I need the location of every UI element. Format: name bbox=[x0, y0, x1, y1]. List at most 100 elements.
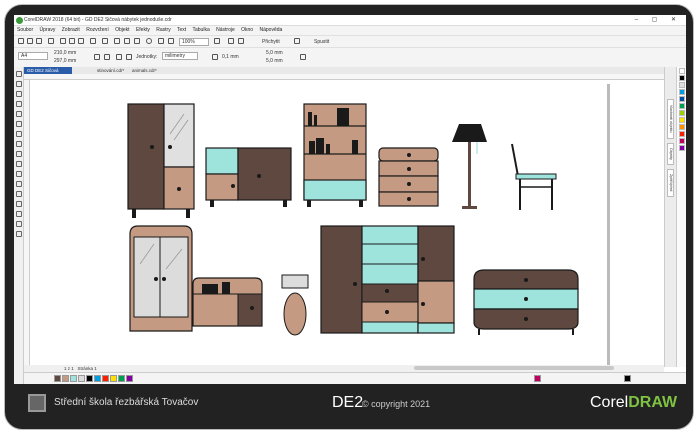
pick-tool-icon[interactable] bbox=[16, 71, 22, 77]
paste-icon[interactable] bbox=[78, 38, 84, 44]
document-swatch[interactable] bbox=[62, 375, 69, 382]
import-icon[interactable] bbox=[124, 38, 130, 44]
palette-swatch[interactable] bbox=[679, 89, 685, 95]
page-tab-1[interactable]: Stránka 1 bbox=[78, 366, 97, 371]
docker-tab-undo[interactable]: Zpět/Vpřed bbox=[667, 169, 674, 197]
polygon-tool-icon[interactable] bbox=[16, 151, 22, 157]
chair[interactable] bbox=[511, 143, 557, 210]
eyedropper-tool-icon[interactable] bbox=[16, 211, 22, 217]
portrait-icon[interactable] bbox=[94, 54, 100, 60]
document-swatch[interactable] bbox=[70, 375, 77, 382]
palette-swatch[interactable] bbox=[679, 145, 685, 151]
document-swatch[interactable] bbox=[118, 375, 125, 382]
page-height-field[interactable]: 297,0 mm bbox=[54, 57, 76, 65]
all-pages-icon[interactable] bbox=[116, 54, 122, 60]
sideboard[interactable] bbox=[205, 147, 292, 207]
palette-swatch[interactable] bbox=[679, 110, 685, 116]
menu-efekty[interactable]: Efekty bbox=[136, 27, 150, 33]
menu-objekt[interactable]: Objekt bbox=[115, 27, 129, 33]
new-document-icon[interactable] bbox=[18, 38, 24, 44]
floor-lamp[interactable] bbox=[452, 124, 487, 209]
menu-okno[interactable]: Okno bbox=[241, 27, 253, 33]
app-launcher-icon[interactable] bbox=[146, 38, 152, 44]
tab-shading-doc[interactable]: stinování.cdr* bbox=[94, 67, 127, 74]
bookcase[interactable] bbox=[303, 103, 367, 207]
zoom-tool-icon[interactable] bbox=[16, 101, 22, 107]
page-width-field[interactable]: 210,0 mm bbox=[54, 49, 76, 57]
options-gear-icon[interactable] bbox=[294, 38, 300, 44]
menu-soubor[interactable]: Soubor bbox=[17, 27, 33, 33]
export-icon[interactable] bbox=[134, 38, 140, 44]
redo-icon[interactable] bbox=[102, 38, 108, 44]
view-icon[interactable] bbox=[214, 38, 220, 44]
tab-furniture-doc[interactable]: GD DE2 Sičová nábytek... bbox=[24, 67, 72, 80]
menu-rozvrzeni[interactable]: Rozvržení bbox=[86, 27, 109, 33]
document-swatch[interactable] bbox=[102, 375, 109, 382]
page-counter[interactable]: 1 z 1 bbox=[64, 366, 74, 371]
duplicate-x-field[interactable]: 5,0 mm bbox=[266, 49, 283, 57]
palette-swatch[interactable] bbox=[679, 117, 685, 123]
connector-tool-icon[interactable] bbox=[16, 181, 22, 187]
shape-tool-icon[interactable] bbox=[16, 81, 22, 87]
docker-tab-object-properties[interactable]: Vlastnosti objektu bbox=[667, 99, 674, 139]
duplicate-y-field[interactable]: 5,0 mm bbox=[266, 57, 283, 65]
smart-fill-tool-icon[interactable] bbox=[16, 231, 22, 237]
snap-dropdown[interactable]: Přichytit bbox=[262, 38, 280, 46]
wardrobe-tall[interactable] bbox=[127, 103, 195, 218]
ellipse-tool-icon[interactable] bbox=[16, 141, 22, 147]
zoom-icon[interactable] bbox=[168, 38, 174, 44]
page-size-select[interactable]: A4 bbox=[18, 52, 48, 60]
document-swatch[interactable] bbox=[94, 375, 101, 382]
palette-swatch[interactable] bbox=[679, 131, 685, 137]
drawing-canvas[interactable] bbox=[30, 80, 677, 366]
parallel-dimension-tool-icon[interactable] bbox=[16, 171, 22, 177]
document-swatch[interactable] bbox=[126, 375, 133, 382]
rectangle-tool-icon[interactable] bbox=[16, 131, 22, 137]
treat-as-filled-icon[interactable] bbox=[300, 54, 306, 60]
transparency-tool-icon[interactable] bbox=[16, 201, 22, 207]
copy-icon[interactable] bbox=[69, 38, 75, 44]
undo-icon[interactable] bbox=[90, 38, 96, 44]
nudge-distance-field[interactable]: 0,1 mm bbox=[222, 53, 239, 61]
wall-unit[interactable] bbox=[320, 225, 455, 334]
menu-text[interactable]: Text bbox=[177, 27, 186, 33]
palette-swatch[interactable] bbox=[679, 82, 685, 88]
artistic-media-tool-icon[interactable] bbox=[16, 121, 22, 127]
zoom-level-field[interactable]: 100% bbox=[179, 38, 209, 46]
palette-swatch[interactable] bbox=[679, 96, 685, 102]
launch-dropdown[interactable]: Spustit bbox=[314, 38, 329, 46]
freehand-tool-icon[interactable] bbox=[16, 111, 22, 117]
window-controls[interactable]: – ▢ ✕ bbox=[635, 15, 682, 26]
palette-swatch[interactable] bbox=[679, 68, 685, 74]
low-cabinet[interactable] bbox=[192, 277, 263, 327]
palette-swatch[interactable] bbox=[679, 103, 685, 109]
dresser[interactable] bbox=[473, 269, 579, 335]
wardrobe-arched[interactable] bbox=[129, 225, 193, 332]
palette-swatch[interactable] bbox=[679, 124, 685, 130]
docker-tab-objects[interactable]: Objekty bbox=[667, 143, 674, 165]
drop-shadow-tool-icon[interactable] bbox=[16, 191, 22, 197]
palette-swatch[interactable] bbox=[679, 138, 685, 144]
menu-nastroje[interactable]: Nástroje bbox=[216, 27, 235, 33]
menu-rastry[interactable]: Rastry bbox=[156, 27, 170, 33]
document-swatch[interactable] bbox=[110, 375, 117, 382]
palette-swatch[interactable] bbox=[679, 75, 685, 81]
crop-tool-icon[interactable] bbox=[16, 91, 22, 97]
document-swatch[interactable] bbox=[54, 375, 61, 382]
open-icon[interactable] bbox=[27, 38, 33, 44]
drawing-page[interactable] bbox=[102, 84, 607, 364]
document-swatch[interactable] bbox=[78, 375, 85, 382]
search-icon[interactable] bbox=[114, 38, 120, 44]
menu-upravy[interactable]: Úpravy bbox=[40, 27, 56, 33]
guides-icon[interactable] bbox=[238, 38, 244, 44]
tab-animals-doc[interactable]: animals.cdr* bbox=[129, 67, 160, 74]
menu-napoveda[interactable]: Nápověda bbox=[259, 27, 282, 33]
menu-zobrazit[interactable]: Zobrazit bbox=[62, 27, 80, 33]
current-page-icon[interactable] bbox=[126, 54, 132, 60]
save-icon[interactable] bbox=[36, 38, 42, 44]
menu-tabulka[interactable]: Tabulka bbox=[193, 27, 210, 33]
grid-icon[interactable] bbox=[228, 38, 234, 44]
interactive-fill-tool-icon[interactable] bbox=[16, 221, 22, 227]
full-screen-icon[interactable] bbox=[158, 38, 164, 44]
units-select[interactable]: milimetry bbox=[162, 52, 198, 60]
